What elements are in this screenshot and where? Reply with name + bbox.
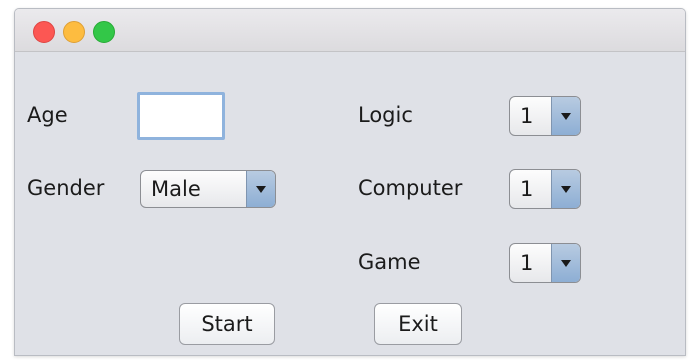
game-dropdown[interactable]: 1 (509, 243, 581, 283)
gender-selected-value: Male (151, 177, 201, 201)
game-label: Game (358, 250, 421, 274)
logic-label: Logic (358, 103, 413, 127)
chevron-down-icon (256, 186, 266, 193)
chevron-down-icon (561, 260, 571, 267)
chevron-down-icon (561, 186, 571, 193)
computer-dropdown[interactable]: 1 (509, 169, 581, 209)
computer-dropdown-arrow[interactable] (551, 170, 580, 208)
logic-dropdown[interactable]: 1 (509, 96, 581, 136)
age-label: Age (27, 103, 68, 127)
app-window: Age Gender Male Logic 1 Computer 1 Game … (14, 8, 686, 356)
game-selected-value: 1 (520, 251, 534, 275)
exit-button[interactable]: Exit (374, 303, 462, 345)
gender-dropdown-arrow[interactable] (246, 171, 275, 207)
logic-selected-value: 1 (520, 104, 534, 128)
computer-selected-value: 1 (520, 177, 534, 201)
computer-label: Computer (358, 176, 463, 200)
close-button[interactable] (33, 21, 55, 43)
age-input[interactable] (137, 92, 225, 140)
title-bar (15, 9, 685, 52)
start-button[interactable]: Start (179, 303, 275, 345)
minimize-button[interactable] (63, 21, 85, 43)
game-dropdown-arrow[interactable] (551, 244, 580, 282)
form-panel: Age Gender Male Logic 1 Computer 1 Game … (15, 52, 685, 355)
gender-label: Gender (27, 176, 105, 200)
chevron-down-icon (561, 113, 571, 120)
gender-dropdown[interactable]: Male (140, 170, 276, 208)
logic-dropdown-arrow[interactable] (551, 97, 580, 135)
zoom-button[interactable] (93, 21, 115, 43)
